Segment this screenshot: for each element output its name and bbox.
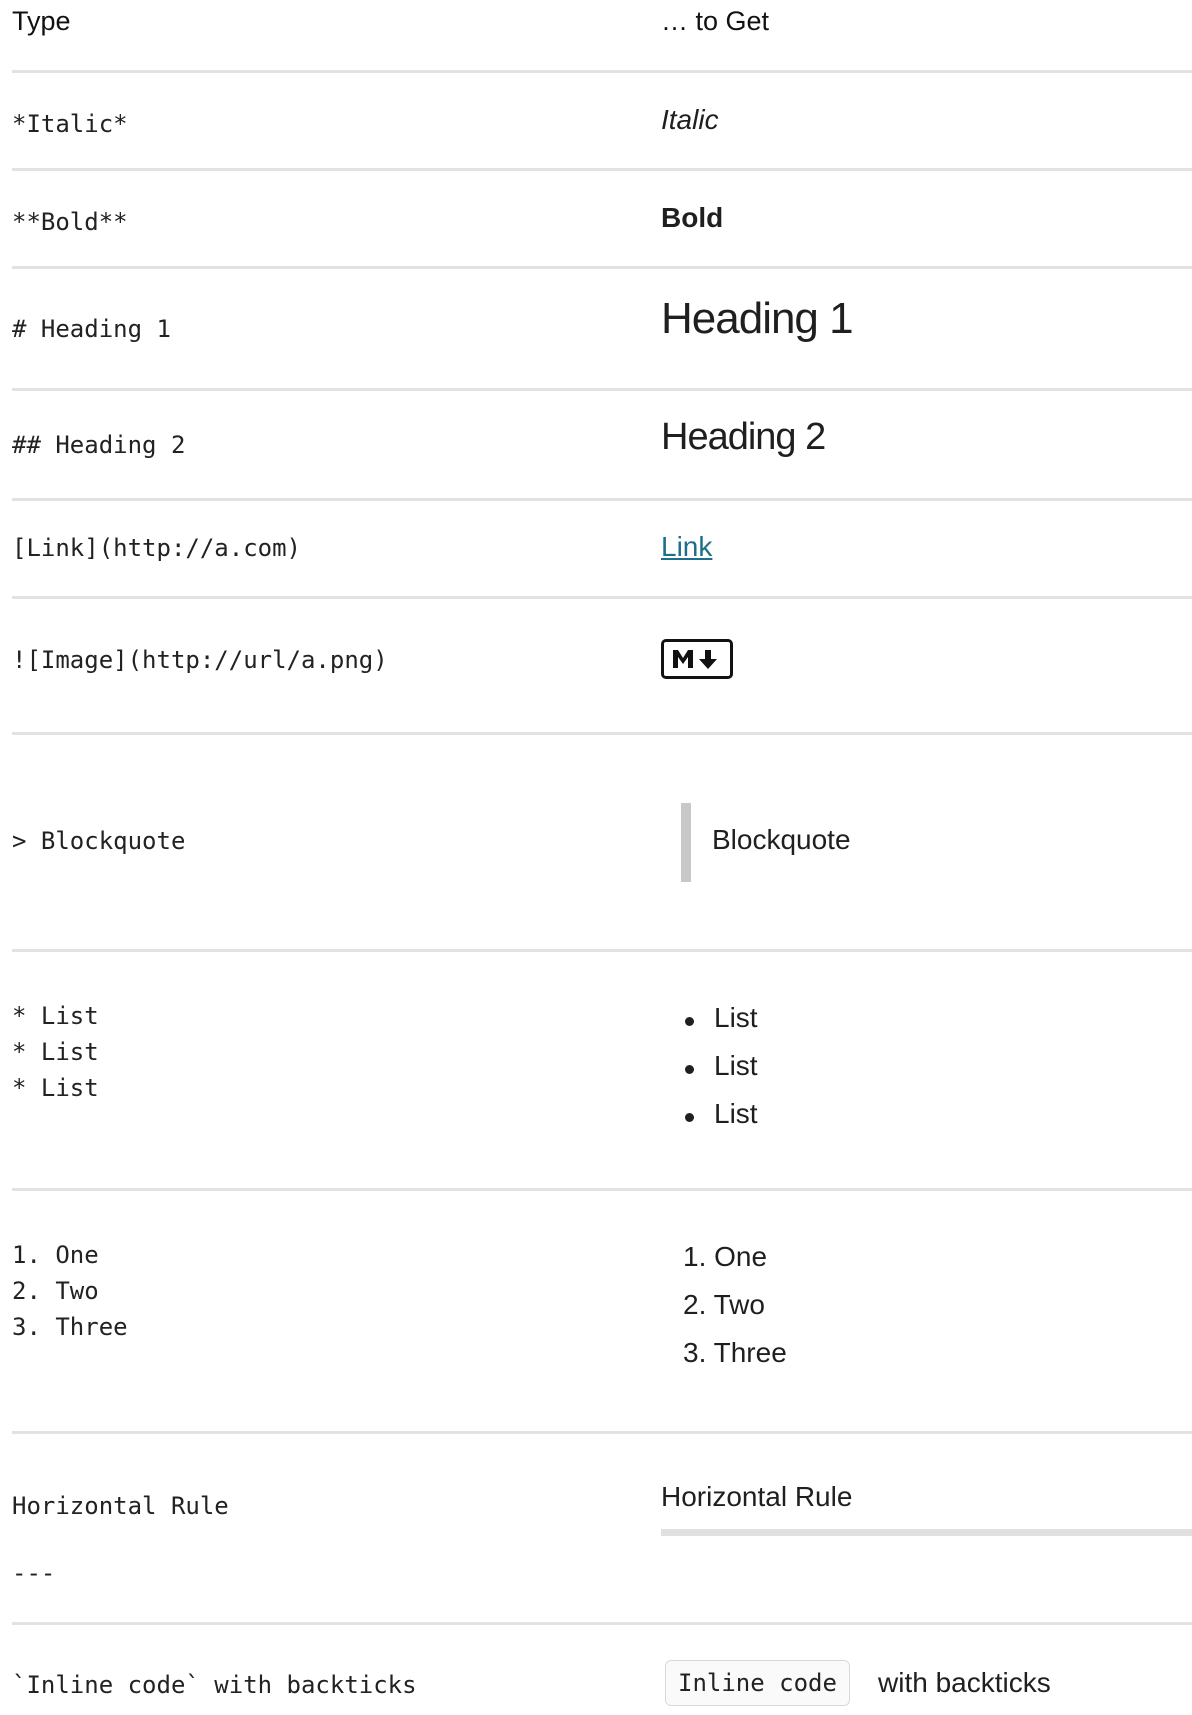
horizontal-rule-bar xyxy=(661,1529,1192,1536)
inline-code-box: Inline code xyxy=(665,1660,850,1706)
heading2-result: Heading 2 xyxy=(661,416,826,458)
image-source: ![Image](http://url/a.png) xyxy=(12,646,388,674)
markdown-logo-glyph xyxy=(673,650,717,669)
link-result[interactable]: Link xyxy=(661,531,712,563)
ordered-list-item: 1. One xyxy=(683,1241,768,1272)
italic-source: *Italic* xyxy=(12,110,128,138)
row-divider xyxy=(12,1188,1192,1191)
markdown-logo-icon xyxy=(661,639,733,679)
hr-result-label: Horizontal Rule xyxy=(661,1481,853,1512)
blockquote-result: Blockquote xyxy=(712,824,851,855)
list-source-line: * List xyxy=(12,1002,99,1030)
type-column-header: Type xyxy=(12,6,71,36)
list-item: List xyxy=(714,1050,758,1081)
link-source: [Link](http://a.com) xyxy=(12,534,301,562)
table-header: Type … to Get xyxy=(0,0,1192,70)
row-divider xyxy=(12,168,1192,171)
row-divider xyxy=(12,596,1192,599)
list-source-line: * List xyxy=(12,1038,99,1066)
blockquote-source: > Blockquote xyxy=(12,827,186,855)
ordered-source-line: 2. Two xyxy=(12,1277,99,1305)
bold-source: **Bold** xyxy=(12,208,128,236)
row-divider xyxy=(12,498,1192,501)
inline-code-text: Inline code xyxy=(678,1669,837,1697)
ordered-source-line: 1. One xyxy=(12,1241,99,1269)
row-divider xyxy=(12,1431,1192,1434)
row-divider xyxy=(12,266,1192,269)
italic-result: Italic xyxy=(661,104,719,135)
row-divider xyxy=(12,1622,1192,1625)
blockquote-bar xyxy=(681,803,691,882)
heading1-source: # Heading 1 xyxy=(12,315,171,343)
row-divider xyxy=(12,70,1192,73)
bullet-icon xyxy=(685,1065,694,1074)
ordered-list-item: 2. Two xyxy=(683,1289,765,1320)
bullet-icon xyxy=(685,1017,694,1026)
bold-result: Bold xyxy=(661,202,724,233)
bullet-icon xyxy=(685,1113,694,1122)
list-source-line: * List xyxy=(12,1074,99,1102)
row-divider xyxy=(12,949,1192,952)
get-column-header: … to Get xyxy=(661,6,770,36)
code-source: `Inline code` with backticks xyxy=(12,1671,417,1699)
code-trailing-text: with backticks xyxy=(878,1667,1051,1698)
list-item: List xyxy=(714,1098,758,1129)
ordered-source-line: 3. Three xyxy=(12,1313,128,1341)
heading1-result: Heading 1 xyxy=(661,294,854,343)
row-divider xyxy=(12,388,1192,391)
ordered-list-item: 3. Three xyxy=(683,1337,787,1368)
hr-source-line1: Horizontal Rule xyxy=(12,1492,229,1520)
hr-source-line2: --- xyxy=(12,1559,56,1587)
list-item: List xyxy=(714,1002,758,1033)
heading2-source: ## Heading 2 xyxy=(12,431,186,459)
row-divider xyxy=(12,732,1192,735)
